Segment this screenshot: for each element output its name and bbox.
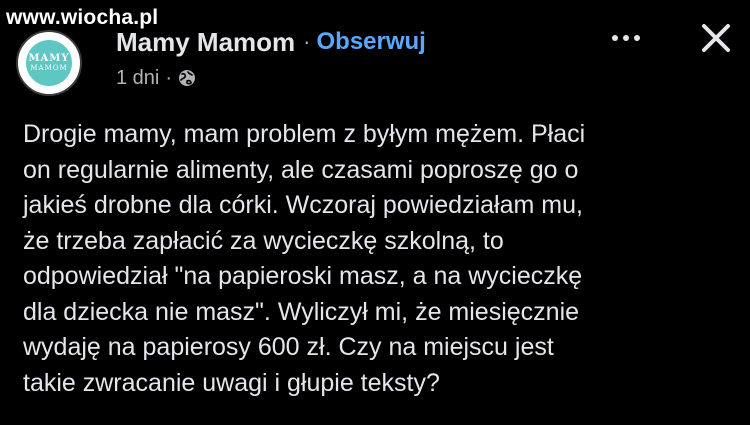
title-row: Mamy Mamom · Obserwuj bbox=[116, 24, 426, 60]
post-text-line: dla dziecka nie masz". Wyliczył mi, że m… bbox=[23, 297, 580, 326]
more-options-icon bbox=[612, 35, 618, 41]
more-options-icon-dot bbox=[634, 35, 640, 41]
post-timestamp[interactable]: 1 dni bbox=[116, 67, 159, 90]
meta-separator: · bbox=[165, 66, 173, 89]
avatar-logo: MAMY MAMOM bbox=[26, 40, 72, 86]
watermark: www.wiocha.pl bbox=[6, 6, 159, 29]
avatar[interactable]: MAMY MAMOM bbox=[16, 30, 82, 96]
post-text-line: Drogie mamy, mam problem z byłym mężem. … bbox=[23, 120, 586, 148]
post-text-line: odpowiedział "na papieroski masz, a na w… bbox=[23, 262, 583, 290]
avatar-logo-text-bottom: MAMOM bbox=[30, 64, 68, 72]
close-button[interactable] bbox=[694, 16, 738, 60]
post-text: Drogie mamy, mam problem z byłym mężem. … bbox=[23, 117, 743, 401]
post-text-line: jakieś drobne dla córki. Wczoraj powiedz… bbox=[23, 191, 583, 219]
title-separator: · bbox=[303, 29, 311, 54]
post-meta: 1 dni · bbox=[116, 64, 196, 92]
globe-icon bbox=[178, 69, 196, 87]
more-options-icon-dot bbox=[623, 35, 629, 41]
post-text-line: on regularnie alimenty, ale czasami popr… bbox=[23, 155, 579, 184]
more-options-button[interactable] bbox=[606, 20, 646, 56]
close-icon bbox=[702, 24, 730, 52]
post-text-line: takie zwracanie uwagi i głupie teksty? bbox=[23, 368, 440, 397]
post-text-line: że trzeba zapłacić za wycieczkę szkolną,… bbox=[23, 226, 504, 255]
post-text-line: wydaję na papierosy 600 zł. Czy na miejs… bbox=[23, 333, 554, 361]
page-name[interactable]: Mamy Mamom bbox=[116, 27, 295, 58]
follow-button[interactable]: Obserwuj bbox=[316, 28, 425, 56]
avatar-logo-text-top: MAMY bbox=[28, 53, 70, 64]
